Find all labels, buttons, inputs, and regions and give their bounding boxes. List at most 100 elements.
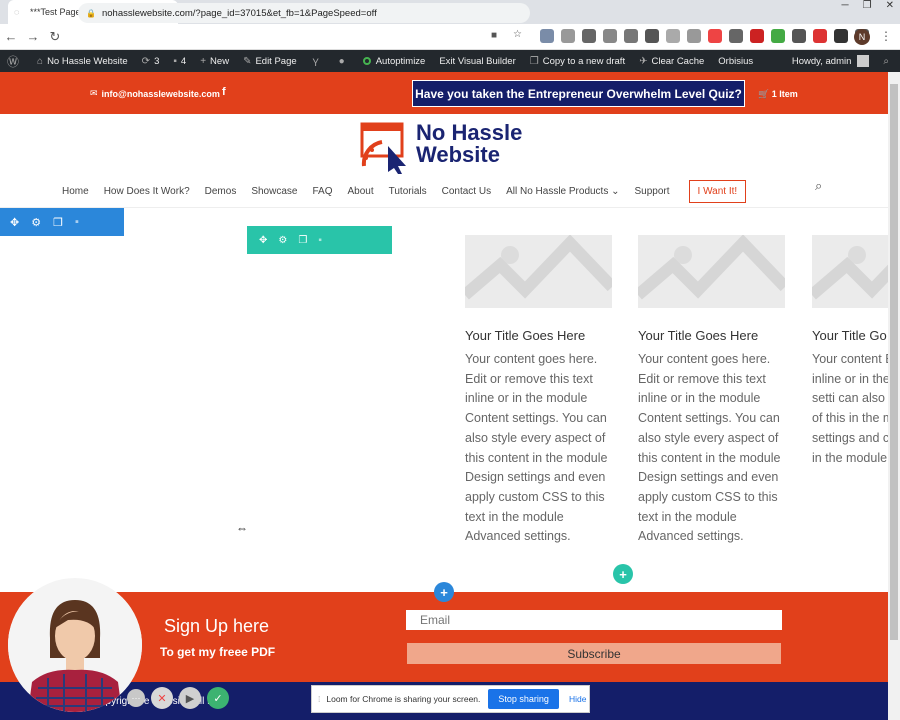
chevron-down-icon: ⌄: [611, 186, 620, 197]
i-want-it-button[interactable]: I Want It!: [688, 180, 747, 203]
move-icon[interactable]: ✥: [10, 216, 19, 229]
gear-icon[interactable]: ⚙: [31, 216, 41, 229]
new-content-link[interactable]: + New: [193, 50, 236, 72]
howdy-account-link[interactable]: Howdy, admin: [785, 50, 877, 72]
blurb-card[interactable]: Your Title Goes Here Your content goes h…: [465, 235, 615, 547]
orbisius-link[interactable]: Orbisius: [711, 50, 760, 72]
browser-menu-icon[interactable]: ⋮: [880, 29, 892, 43]
extension-icon[interactable]: [603, 29, 617, 43]
back-icon[interactable]: ←: [0, 29, 22, 44]
menu-item-about[interactable]: About: [347, 186, 373, 197]
camera-blocked-icon[interactable]: ■: [491, 30, 497, 41]
page-scrollbar[interactable]: [888, 72, 900, 720]
extension-icon[interactable]: [666, 29, 680, 43]
bookmark-star-icon[interactable]: ☆: [513, 29, 522, 40]
search-icon[interactable]: ⌕: [815, 178, 822, 194]
admin-search-icon[interactable]: ⌕: [876, 50, 900, 72]
autoptimize-link[interactable]: Autoptimize: [356, 50, 433, 72]
extension-icon[interactable]: [792, 29, 806, 43]
wp-logo-icon[interactable]: Ⓦ: [0, 50, 30, 72]
avatar: [857, 55, 870, 67]
profile-avatar[interactable]: N: [854, 29, 870, 45]
drag-handle-icon[interactable]: ⁞: [318, 694, 320, 704]
duplicate-icon[interactable]: ❐: [298, 235, 307, 246]
gear-icon[interactable]: ⚙: [278, 235, 287, 246]
updates-icon: ⟳: [141, 55, 151, 67]
more-options-icon[interactable]: ···: [127, 689, 145, 707]
extension-icon[interactable]: [729, 29, 743, 43]
menu-item-support[interactable]: Support: [635, 186, 670, 197]
menu-item-showcase[interactable]: Showcase: [251, 186, 297, 197]
logo-text: No Hassle Website: [416, 120, 523, 167]
copy-draft-link[interactable]: ❐ Copy to a new draft: [523, 50, 632, 72]
site-logo[interactable]: No Hassle Website: [358, 120, 538, 174]
email-link[interactable]: ✉ info@nohasslewebsite.com: [90, 88, 220, 99]
clear-cache-link[interactable]: ✈ Clear Cache: [632, 50, 711, 72]
extension-icon[interactable]: [582, 29, 596, 43]
image-placeholder-icon: [638, 235, 785, 300]
site-header: No Hassle Website Home How Does It Work?…: [0, 114, 888, 208]
lock-icon[interactable]: 🔒: [86, 9, 96, 18]
youtube-ext-icon[interactable]: [813, 29, 827, 43]
signup-title: Sign Up here: [164, 616, 270, 636]
forward-icon[interactable]: →: [22, 29, 44, 44]
row-settings-bar: ✥ ⚙ ❐ ▪: [247, 226, 392, 254]
main-menu: Home How Does It Work? Demos Showcase FA…: [62, 180, 747, 203]
extension-icon[interactable]: [540, 29, 554, 43]
rocket-icon: ✈: [639, 55, 648, 67]
cart-link[interactable]: 🛒 1 Item: [758, 89, 798, 100]
menu-item-faq[interactable]: FAQ: [312, 186, 332, 197]
pause-recording-icon[interactable]: ▶: [179, 687, 201, 709]
scrollbar-thumb[interactable]: [890, 84, 898, 640]
wp-admin-bar: Ⓦ ⌂ No Hassle Website ⟳ 3 ▪ 4 + New ✎ Edit Pa…: [0, 50, 900, 72]
minimize-icon[interactable]: ─: [842, 0, 849, 11]
comments-link[interactable]: ▪ 4: [166, 50, 193, 72]
add-module-button[interactable]: +: [613, 564, 633, 584]
copy-icon: ❐: [529, 55, 539, 67]
finish-recording-icon[interactable]: ✓: [207, 687, 229, 709]
menu-item-home[interactable]: Home: [62, 186, 89, 197]
restore-icon[interactable]: ❐: [863, 0, 872, 11]
webcam-bubble[interactable]: [8, 578, 142, 712]
facebook-icon[interactable]: f: [222, 86, 226, 98]
extension-icon[interactable]: [561, 29, 575, 43]
more-icon[interactable]: ▪: [75, 216, 79, 228]
menu-item-all-products[interactable]: All No Hassle Products ⌄: [506, 186, 619, 197]
blurb-card[interactable]: Your Title Goes Here Your content goes h…: [638, 235, 788, 547]
updates-link[interactable]: ⟳ 3: [135, 50, 167, 72]
reload-icon[interactable]: ↻: [44, 29, 66, 45]
close-window-icon[interactable]: ✕: [886, 0, 894, 11]
camera-icon[interactable]: [624, 29, 638, 43]
status-dot-icon[interactable]: ●: [332, 50, 356, 72]
email-field[interactable]: [406, 610, 782, 630]
yab-extension-icon[interactable]: [750, 29, 764, 43]
home-icon: ⌂: [37, 55, 44, 67]
stop-sharing-button[interactable]: Stop sharing: [488, 689, 559, 709]
exit-visual-builder-link[interactable]: Exit Visual Builder: [432, 50, 522, 72]
quiz-button[interactable]: Have you taken the Entrepreneur Overwhel…: [412, 80, 745, 107]
address-bar[interactable]: 🔒 nohasslewebsite.com/?page_id=37015&et_…: [78, 3, 530, 23]
loading-icon: ◌: [14, 7, 20, 17]
hide-link[interactable]: Hide: [569, 694, 586, 704]
cancel-recording-icon[interactable]: ✕: [151, 687, 173, 709]
menu-item-demos[interactable]: Demos: [205, 186, 237, 197]
blurb-card[interactable]: Your Title Go Your content Edit or remov…: [812, 235, 888, 575]
edit-page-link[interactable]: ✎ Edit Page: [236, 50, 304, 72]
more-icon[interactable]: ▪: [318, 235, 322, 246]
duplicate-icon[interactable]: ❐: [53, 216, 63, 229]
extension-icon[interactable]: [834, 29, 848, 43]
menu-item-how-does-it-work[interactable]: How Does It Work?: [104, 186, 190, 197]
plus-icon: +: [200, 55, 207, 67]
menu-item-tutorials[interactable]: Tutorials: [389, 186, 427, 197]
menu-item-contact-us[interactable]: Contact Us: [442, 186, 491, 197]
subscribe-button[interactable]: Subscribe: [407, 643, 781, 664]
color-picker-icon[interactable]: [708, 29, 722, 43]
add-section-button[interactable]: +: [434, 582, 454, 602]
yoast-icon[interactable]: Ｙ: [304, 50, 332, 72]
move-icon[interactable]: ✥: [259, 235, 267, 246]
site-name-link[interactable]: ⌂ No Hassle Website: [30, 50, 135, 72]
image-placeholder: [812, 235, 888, 308]
extension-icon[interactable]: [771, 29, 785, 43]
facebook-ext-icon[interactable]: [645, 29, 659, 43]
extension-icon[interactable]: [687, 29, 701, 43]
